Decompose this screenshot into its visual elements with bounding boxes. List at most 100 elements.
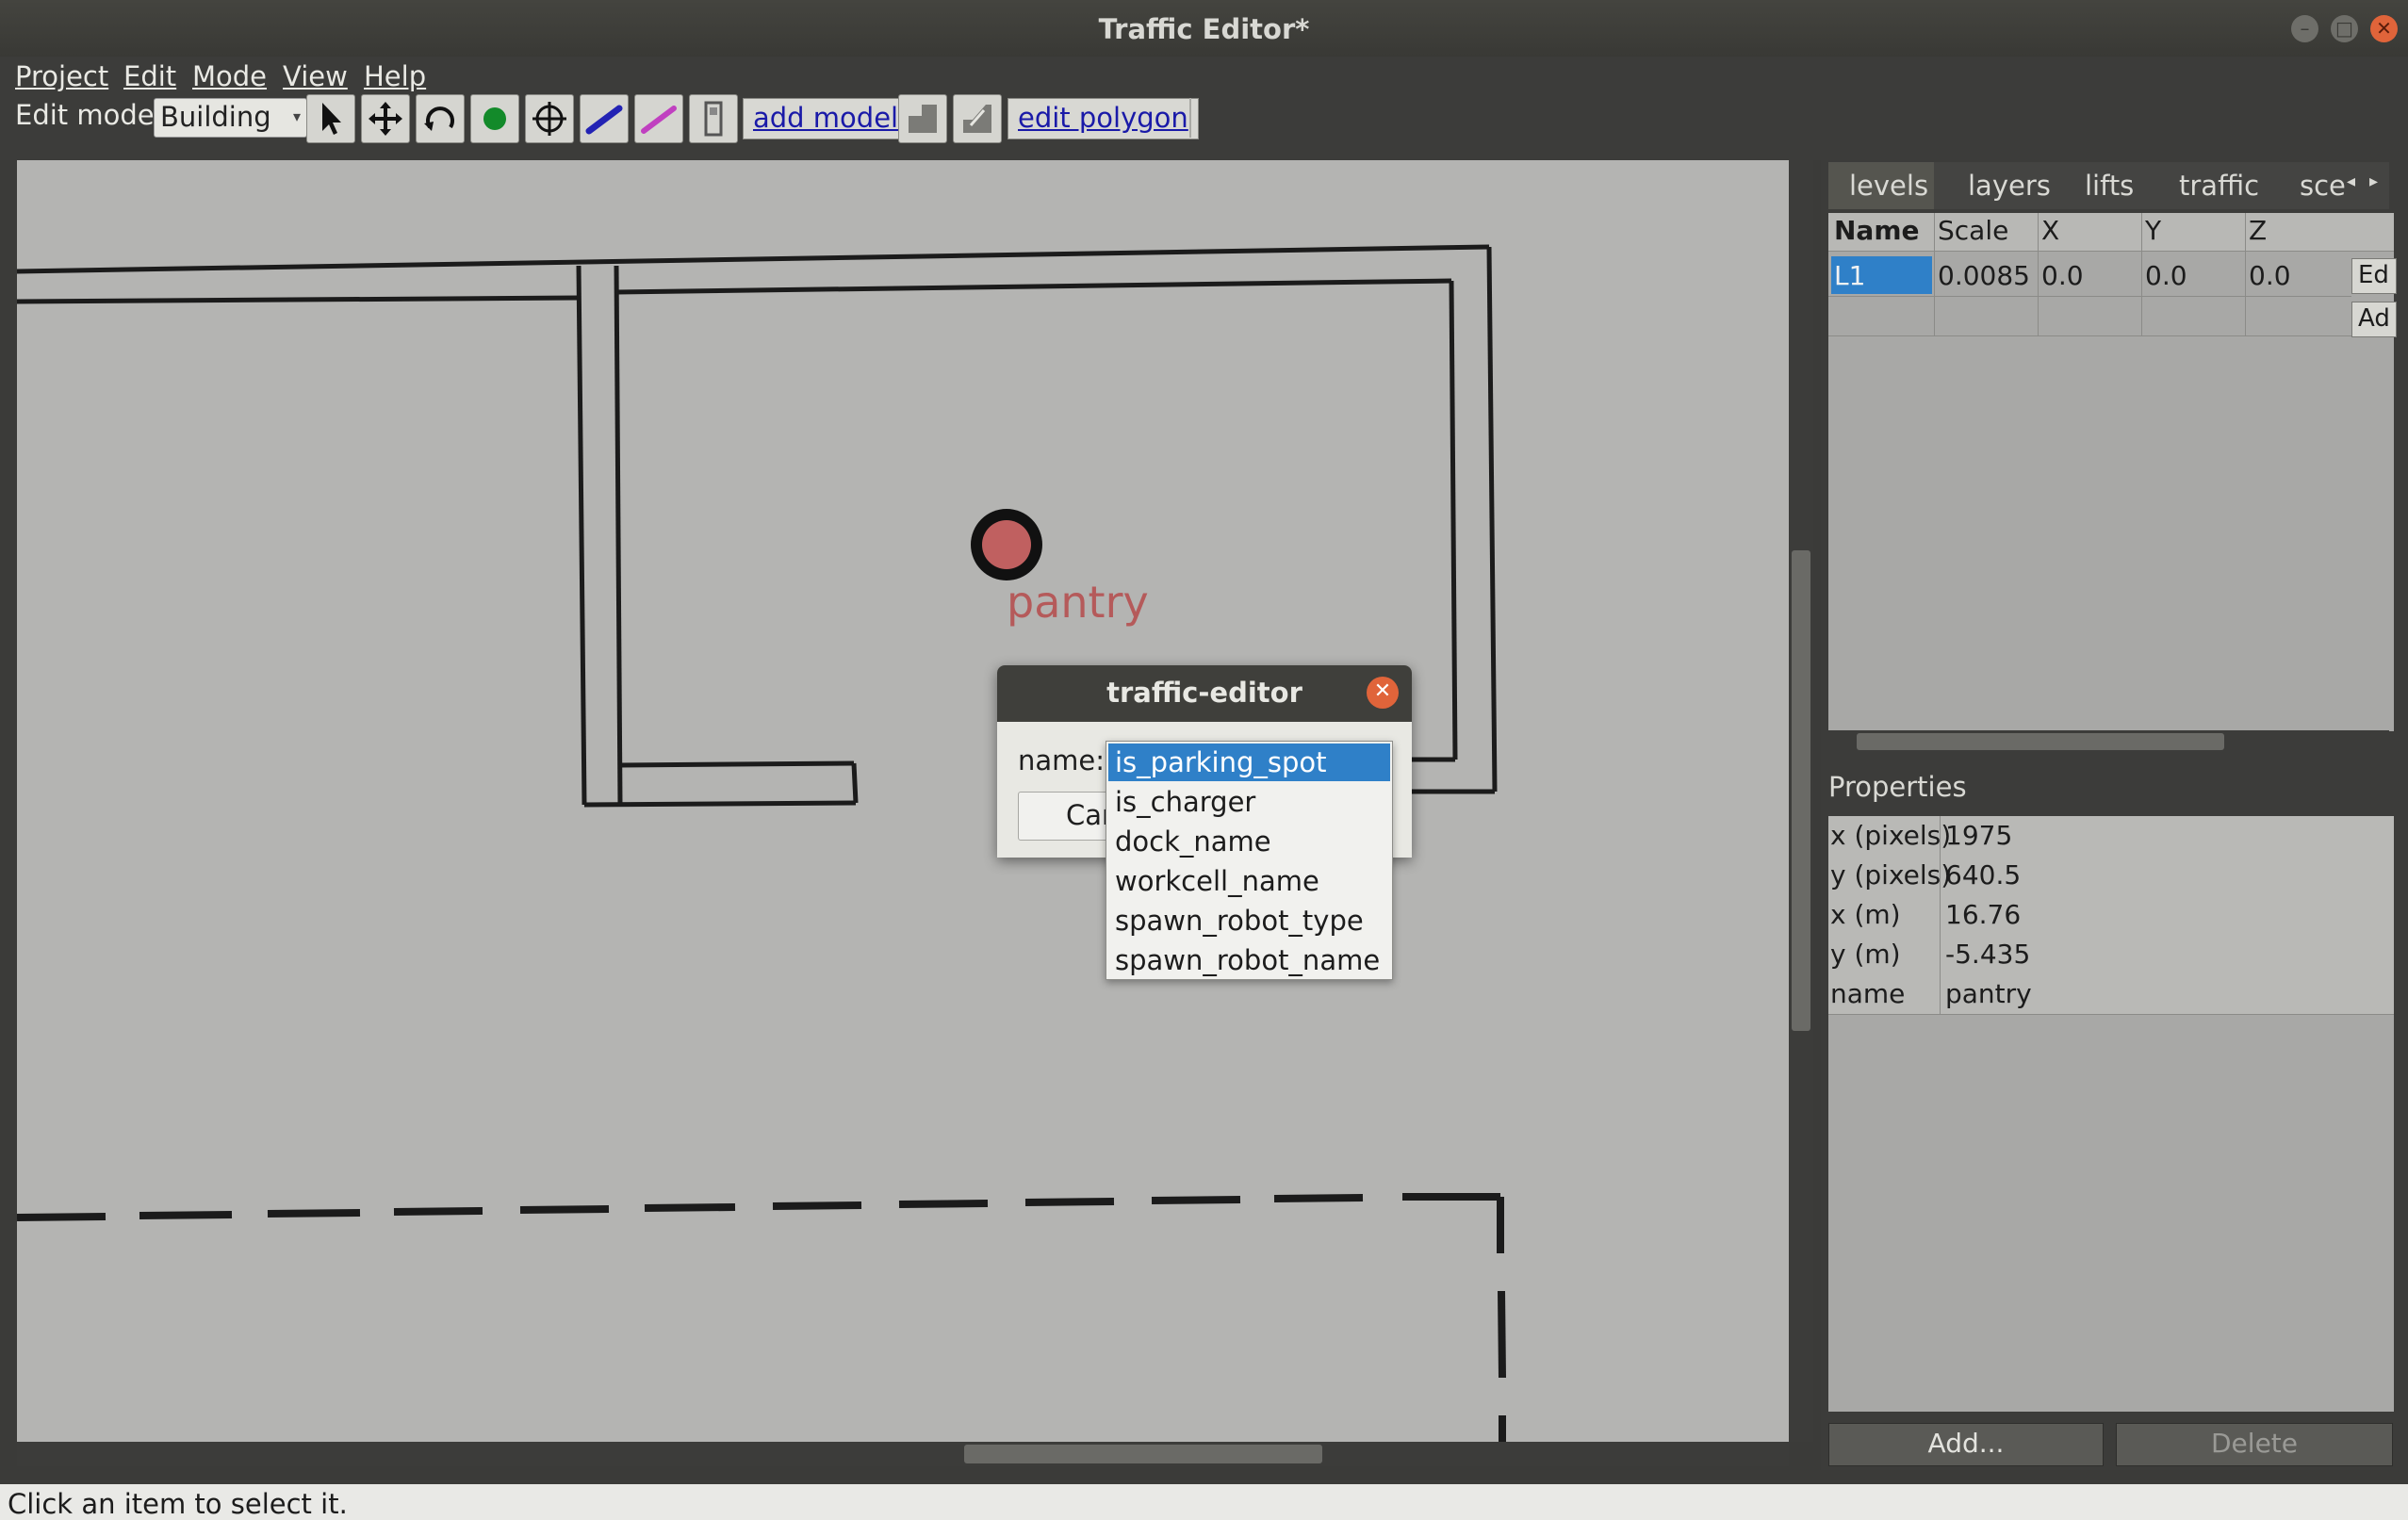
grid-line [1934,213,1935,335]
tab-scroll-right-icon[interactable]: ▸ [2369,172,2378,191]
add-wall-button[interactable] [580,94,629,143]
cell-divider [1940,816,1941,856]
tab-lifts[interactable]: lifts [2085,170,2134,202]
crosshair-icon [532,102,566,136]
edit-mode-select[interactable]: Building ▾ [154,98,307,138]
property-key: name [1830,978,1906,1009]
hole-polygon-icon [963,105,991,133]
menu-edit[interactable]: Edit [123,60,176,92]
property-value[interactable]: -5.435 [1945,939,2030,970]
dropdown-option[interactable]: workcell_name [1108,862,1390,900]
move-tool-button[interactable] [361,94,410,143]
dropdown-arrow-icon: ▾ [292,107,301,125]
status-bar: Click an item to select it. [0,1484,2408,1520]
column-z[interactable]: Z [2249,215,2267,246]
dropdown-option[interactable]: is_charger [1108,783,1390,821]
property-value[interactable]: 16.76 [1945,899,2021,930]
add-button[interactable]: Add... [1828,1423,2104,1466]
property-value[interactable]: pantry [1945,978,2032,1009]
add-vertex-button[interactable] [470,94,519,143]
property-key: y (pixels) [1830,859,1952,891]
dropdown-option[interactable]: spawn_robot_name [1108,941,1390,979]
edit-polygon-button[interactable]: edit polygon [1007,98,1199,139]
name-field-label: name: [1018,744,1106,776]
toolbar-separator [1189,98,1191,138]
add-hole-button[interactable] [953,94,1002,143]
close-window-button[interactable]: ✕ [2370,15,2398,42]
menu-project[interactable]: Project [15,60,108,92]
add-model-button[interactable]: add model [743,98,909,139]
table-cell-x[interactable]: 0.0 [2041,260,2084,291]
canvas-vertical-scrollbar[interactable] [1789,160,1813,1442]
scrollbar-thumb[interactable] [1792,550,1810,1031]
property-row[interactable]: x (pixels) 1975 [1828,816,2394,857]
property-row[interactable]: x (m) 16.76 [1828,895,2394,936]
status-text: Click an item to select it. [8,1488,348,1520]
minimize-button[interactable]: – [2291,15,2318,42]
cell-divider [1940,856,1941,895]
scrollbar-thumb[interactable] [964,1445,1322,1463]
table-horizontal-scrollbar[interactable] [1828,730,2389,753]
tab-scenarios[interactable]: sce [2300,170,2346,202]
menu-bar: Project Edit Mode View Help [0,57,2408,94]
title-bar: Traffic Editor* – □ ✕ [0,0,2408,57]
dropdown-option[interactable]: dock_name [1108,823,1390,860]
table-cell-name[interactable]: L1 [1834,260,1865,291]
menu-mode[interactable]: Mode [192,60,267,92]
property-row[interactable]: name pantry [1828,974,2394,1015]
canvas-horizontal-scrollbar[interactable] [17,1442,1789,1466]
properties-title: Properties [1828,771,1967,803]
menu-project-label: Project [15,60,109,92]
column-x[interactable]: X [2041,215,2059,246]
menu-help-label: Help [364,60,427,92]
dialog-header: traffic-editor ✕ [997,665,1412,722]
tab-traffic-label: traffic [2179,170,2260,202]
menu-view[interactable]: View [283,60,348,92]
column-scale[interactable]: Scale [1938,215,2008,246]
cell-divider [1940,895,1941,935]
tab-levels[interactable]: levels [1828,162,1934,209]
property-key: x (m) [1830,899,1901,930]
table-cell-scale[interactable]: 0.0085 [1938,260,2030,291]
move-icon [369,102,402,136]
dropdown-option[interactable]: is_parking_spot [1108,744,1390,781]
scrollbar-thumb[interactable] [1857,733,2224,750]
floor-polygon-icon [909,105,937,133]
tab-traffic[interactable]: traffic [2179,170,2259,202]
properties-table: x (pixels) 1975 y (pixels) 640.5 x (m) 16.7… [1828,816,2394,1412]
grid-line [1828,296,2351,297]
add-measurement-button[interactable] [634,94,683,143]
column-y[interactable]: Y [2145,215,2161,246]
tab-scroll-left-icon[interactable]: ◂ [2347,172,2355,191]
add-fiducial-button[interactable] [525,94,574,143]
dropdown-option[interactable]: spawn_robot_type [1108,902,1390,940]
tab-layers[interactable]: layers [1968,170,2051,202]
window-title: Traffic Editor* [1098,13,1310,45]
dialog-title: traffic-editor [1106,677,1302,709]
table-header: Name Scale X Y Z [1828,213,2394,252]
rotate-tool-button[interactable] [416,94,465,143]
delete-button[interactable]: Delete [2116,1423,2393,1466]
table-cell-z[interactable]: 0.0 [2249,260,2291,291]
maximize-button[interactable]: □ [2331,15,2358,42]
door-icon [704,101,723,137]
property-value[interactable]: 640.5 [1945,859,2021,891]
column-name[interactable]: Name [1834,215,1920,246]
edit-level-button[interactable]: Ed [2351,258,2397,294]
add-floor-button[interactable] [898,94,947,143]
measurement-line-icon [641,106,677,134]
property-value[interactable]: 1975 [1945,820,2012,851]
select-tool-button[interactable] [306,94,355,143]
name-dropdown-list[interactable]: is_parking_spot is_charger dock_name wor… [1106,741,1393,980]
vertex-marker[interactable] [17,160,1789,1442]
property-row[interactable]: y (m) -5.435 [1828,935,2394,975]
dialog-close-icon[interactable]: ✕ [1367,677,1399,709]
table-cell-y[interactable]: 0.0 [2145,260,2187,291]
grid-line [2141,213,2142,335]
pointer-icon [322,103,341,135]
add-door-button[interactable] [689,94,738,143]
property-row[interactable]: y (pixels) 640.5 [1828,856,2394,896]
map-canvas[interactable]: pantry [17,160,1789,1442]
add-level-button[interactable]: Ad [2351,302,2397,337]
menu-help[interactable]: Help [364,60,426,92]
